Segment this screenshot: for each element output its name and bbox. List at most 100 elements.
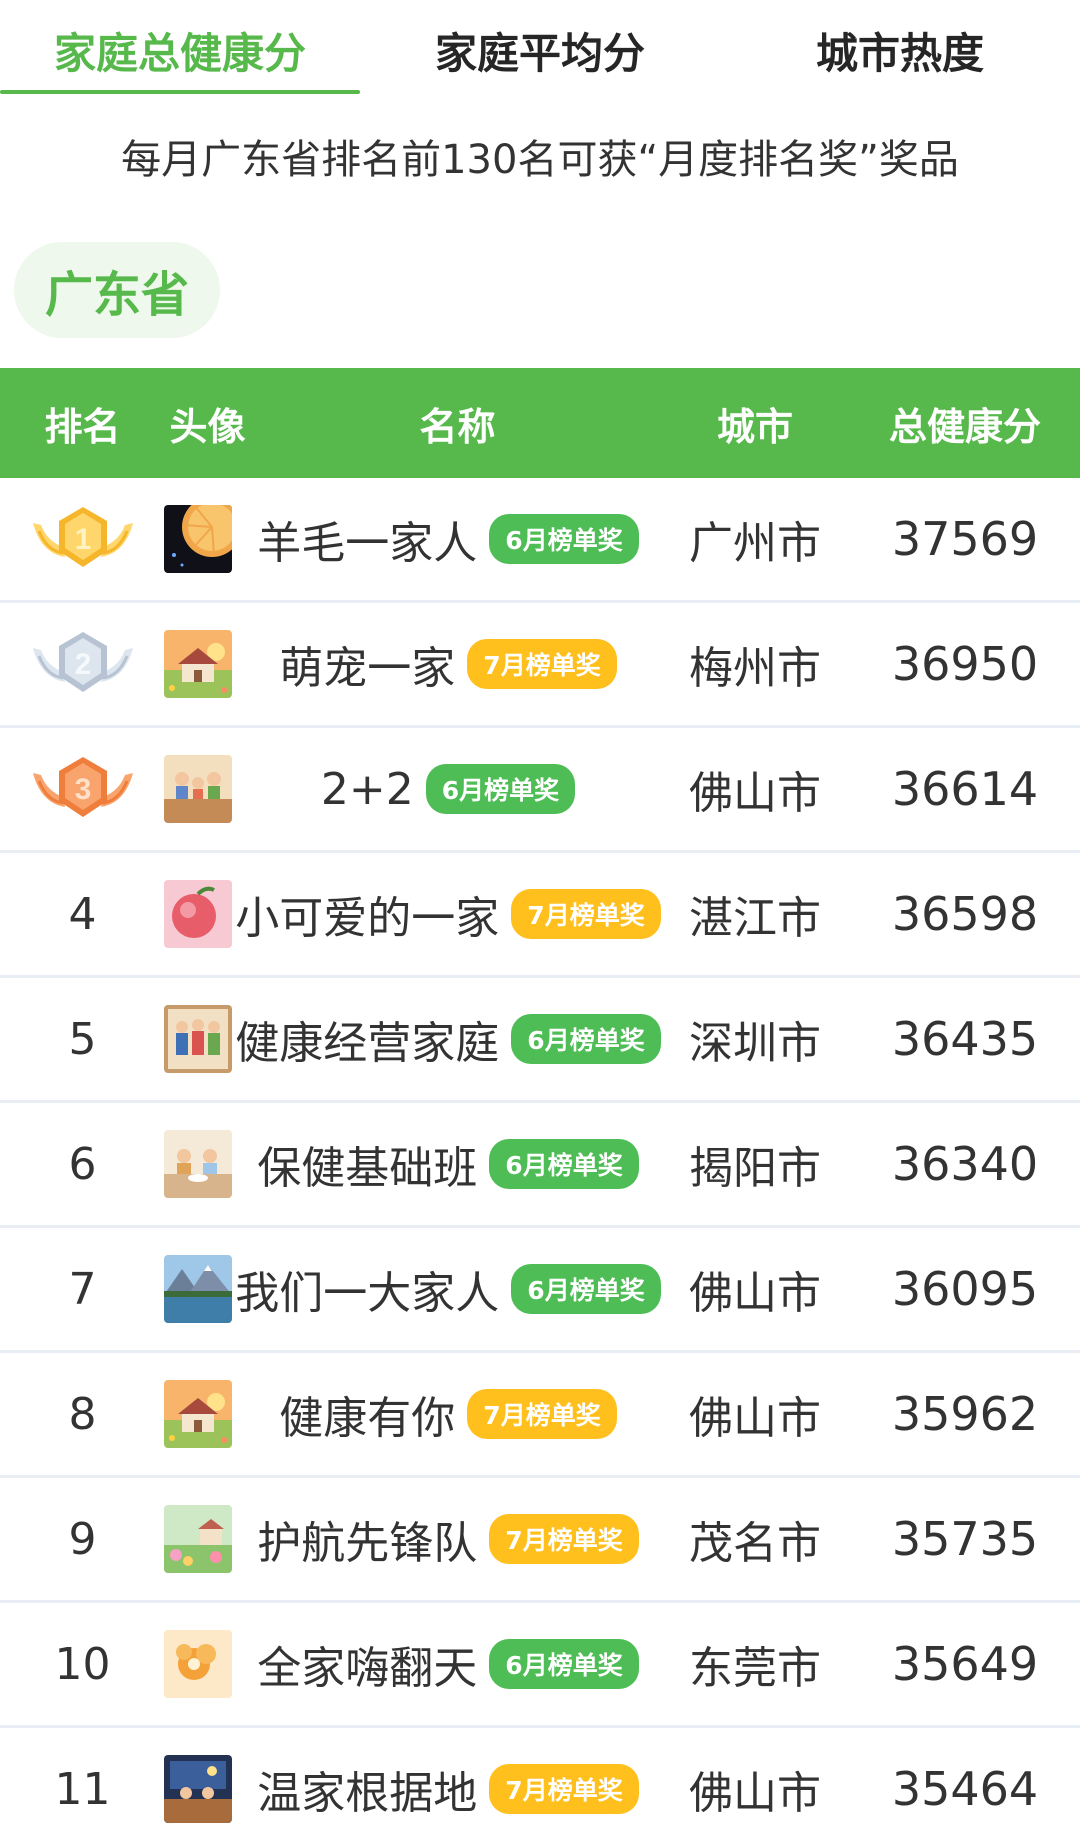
avatar[interactable] [163,603,233,725]
monthly-award-badge: 6月榜单奖 [511,1264,661,1314]
family-name: 我们一大家人 [235,1268,500,1319]
monthly-award-badge: 7月榜单奖 [489,1514,639,1564]
rank-number: 5 [68,1013,97,1065]
silver-medal-icon: 2 [0,603,165,725]
rank-number: 11 [54,1763,111,1815]
family-name: 全家嗨翻天 [257,1643,478,1694]
family-name: 健康有你 [279,1393,456,1444]
column-header-rank: 排名 [44,404,121,449]
table-row[interactable]: 6 保健基础班 6月榜单奖 揭阳市 36340 [0,1103,1080,1228]
city-name: 茂名市 [689,1518,821,1569]
tab-city-heat[interactable]: 城市热度 [720,0,1080,100]
family-name-cell: 保健基础班 6月榜单奖 [233,1103,663,1225]
table-row[interactable]: 5 健康经营家庭 6月榜单奖 深圳市 36435 [0,978,1080,1103]
total-health-score: 36435 [891,1012,1039,1066]
prize-notice: 每月广东省排名前130名可获“月度排名奖”奖品 [121,137,959,183]
monthly-award-badge: 7月榜单奖 [467,639,617,689]
city-name: 佛山市 [689,1268,821,1319]
monthly-award-badge: 7月榜单奖 [467,1389,617,1439]
avatar[interactable] [163,1603,233,1725]
avatar[interactable] [163,853,233,975]
family-name: 2+2 [320,763,414,815]
sunset-house-avatar [164,1380,232,1448]
rank-number: 8 [68,1388,97,1440]
family-name-cell: 小可爱的一家 7月榜单奖 [233,853,663,975]
table-row[interactable]: 4 小可爱的一家 7月榜单奖 湛江市 36598 [0,853,1080,978]
total-health-score: 37569 [891,512,1039,566]
orange-flower-avatar [164,1630,232,1698]
region-selector[interactable]: 广东省 [14,242,220,338]
total-health-score: 36095 [891,1262,1039,1316]
table-row[interactable]: 9 护航先锋队 7月榜单奖 茂名市 35735 [0,1478,1080,1603]
family-name: 护航先锋队 [257,1518,478,1569]
monthly-award-badge: 6月榜单奖 [511,1014,661,1064]
family-name-cell: 2+2 6月榜单奖 [233,728,663,850]
avatar[interactable] [163,1353,233,1475]
tab-family-total-score[interactable]: 家庭总健康分 [0,0,360,100]
city-name: 深圳市 [689,1018,821,1069]
rank-number: 9 [68,1513,97,1565]
svg-text:1: 1 [74,523,91,556]
avatar[interactable] [163,1728,233,1837]
avatar[interactable] [163,728,233,850]
peach-avatar [164,880,232,948]
column-header-city: 城市 [716,404,793,449]
mountain-lake-avatar [164,1255,232,1323]
svg-text:2: 2 [74,648,91,681]
rank-number: 10 [54,1638,111,1690]
total-health-score: 36614 [891,762,1039,816]
bronze-medal-icon: 3 [0,728,165,850]
city-name: 东莞市 [689,1643,821,1694]
family-name-cell: 健康经营家庭 6月榜单奖 [233,978,663,1100]
avatar[interactable] [163,1228,233,1350]
total-health-score: 35962 [891,1387,1039,1441]
family-name: 小可爱的一家 [235,893,500,944]
family-table-avatar [164,1130,232,1198]
ranking-tabs: 家庭总健康分 家庭平均分 城市热度 [0,0,1080,100]
table-row[interactable]: 11 温家根据地 7月榜单奖 佛山市 35464 [0,1728,1080,1837]
family-name-cell: 护航先锋队 7月榜单奖 [233,1478,663,1600]
avatar[interactable] [163,1103,233,1225]
total-health-score: 35464 [891,1762,1039,1816]
column-header-score: 总健康分 [888,404,1041,449]
family-name-cell: 羊毛一家人 6月榜单奖 [233,478,663,600]
garden-avatar [164,1505,232,1573]
rank-number: 6 [68,1138,97,1190]
total-health-score: 35735 [891,1512,1039,1566]
table-row[interactable]: 3 2+2 6月榜单奖 佛山市 36614 [0,728,1080,853]
city-name: 广州市 [689,518,821,569]
total-health-score: 36340 [891,1137,1039,1191]
table-row[interactable]: 10 全家嗨翻天 6月榜单奖 东莞市 35649 [0,1603,1080,1728]
family-name: 保健基础班 [257,1143,478,1194]
family-name: 萌宠一家 [279,643,456,694]
city-name: 佛山市 [689,1393,821,1444]
family-name: 健康经营家庭 [235,1018,500,1069]
family-portrait-avatar [164,1005,232,1073]
orange-slice-avatar [164,505,232,573]
table-row[interactable]: 1 羊毛一家人 6月榜单奖 广州市 37569 [0,478,1080,603]
table-row[interactable]: 2 萌宠一家 7月榜单奖 梅州市 36950 [0,603,1080,728]
family-name-cell: 萌宠一家 7月榜单奖 [233,603,663,725]
city-name: 梅州市 [689,643,821,694]
family-dinner-avatar [164,755,232,823]
active-tab-indicator [0,90,360,94]
tab-family-average-score[interactable]: 家庭平均分 [360,0,720,100]
avatar[interactable] [163,478,233,600]
rank-number: 7 [68,1263,97,1315]
night-room-avatar [164,1755,232,1823]
monthly-award-badge: 7月榜单奖 [489,1764,639,1814]
sunset-house-avatar [164,630,232,698]
table-row[interactable]: 7 我们一大家人 6月榜单奖 佛山市 36095 [0,1228,1080,1353]
monthly-award-badge: 6月榜单奖 [489,514,639,564]
svg-text:3: 3 [74,773,91,806]
column-header-avatar: 头像 [169,404,246,449]
family-name-cell: 全家嗨翻天 6月榜单奖 [233,1603,663,1725]
total-health-score: 36950 [891,637,1039,691]
column-header-name: 名称 [419,404,496,449]
monthly-award-badge: 6月榜单奖 [489,1139,639,1189]
monthly-award-badge: 6月榜单奖 [489,1639,639,1689]
avatar[interactable] [163,978,233,1100]
family-name-cell: 温家根据地 7月榜单奖 [233,1728,663,1837]
table-row[interactable]: 8 健康有你 7月榜单奖 佛山市 35962 [0,1353,1080,1478]
avatar[interactable] [163,1478,233,1600]
